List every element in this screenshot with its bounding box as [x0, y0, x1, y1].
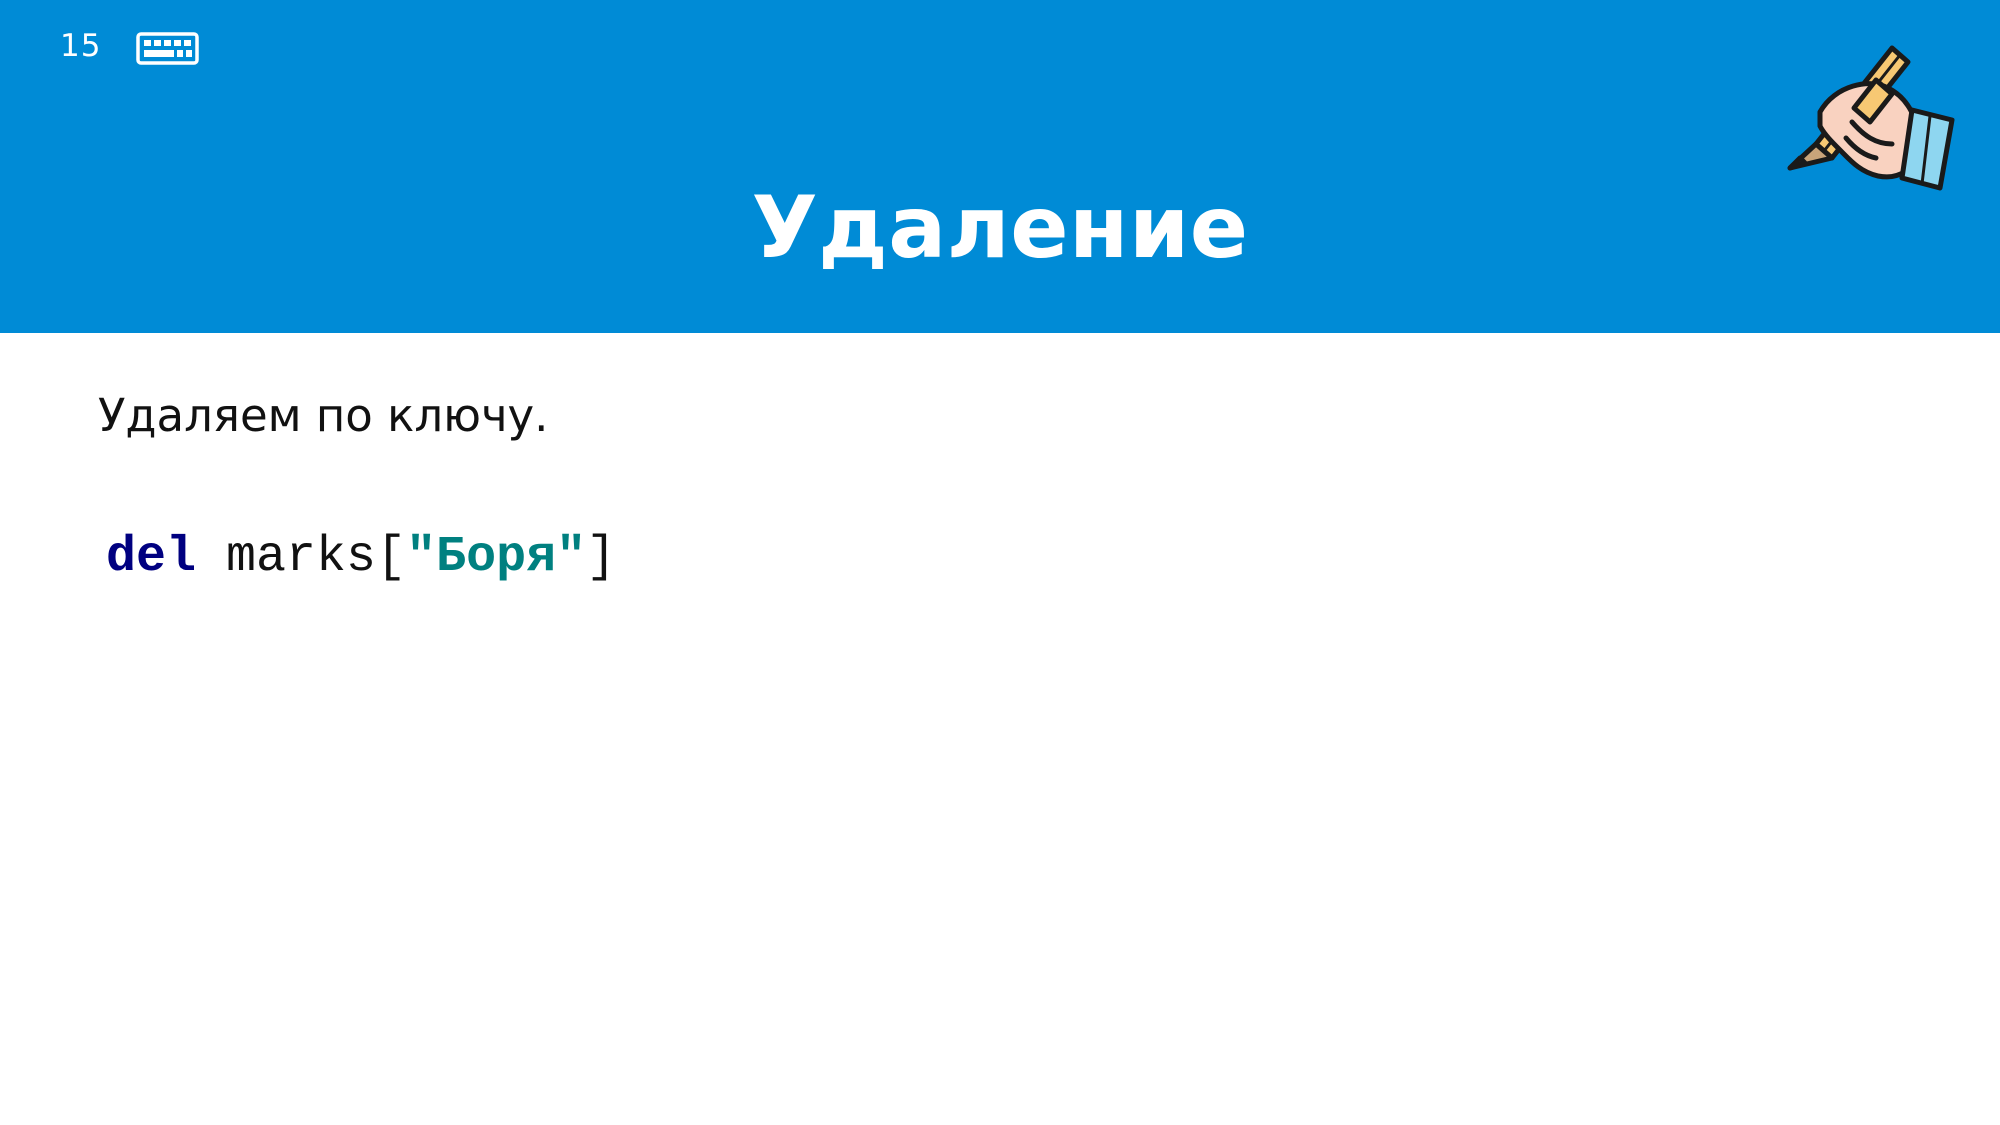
slide-number: 15: [60, 28, 102, 64]
code-snippet: del marks["Боря"]: [106, 528, 616, 588]
slide-subtitle: Удаляем по ключу.: [98, 389, 549, 442]
slide-title: Удаление: [751, 178, 1249, 278]
keyboard-icon: [136, 32, 199, 65]
code-keyword: del: [106, 529, 197, 586]
code-close-bracket: ]: [586, 529, 617, 586]
code-variable: marks: [226, 529, 377, 586]
code-string-key: "Боря": [406, 529, 587, 586]
code-open-bracket: [: [376, 529, 407, 586]
slide-header: 15 Удаление: [0, 0, 2000, 333]
hand-writing-pencil-icon: [1787, 45, 1955, 191]
